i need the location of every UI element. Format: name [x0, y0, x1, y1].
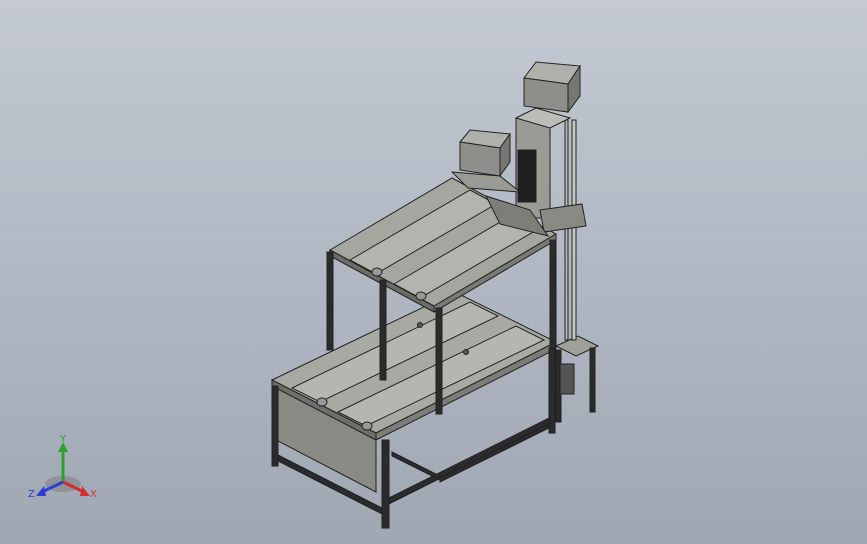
model-canvas[interactable]: Y X Z [0, 0, 867, 544]
lower-rail-front [388, 417, 550, 505]
upper-leg-mid [435, 307, 443, 415]
upper-leg-right [549, 239, 557, 349]
z-axis-label: Z [28, 489, 35, 500]
lower-hole-2 [463, 349, 469, 355]
upper-leg-left [326, 251, 334, 351]
upper-leg-front [379, 279, 387, 381]
leg-front-mid [381, 439, 390, 529]
lower-roller-end-2 [361, 421, 373, 431]
motor-lower [459, 129, 511, 178]
leg-front-left [271, 385, 279, 467]
side-stand-motor [559, 363, 575, 395]
guide-rod-2 [564, 119, 569, 341]
lower-table[interactable] [270, 291, 558, 529]
lower-rail-back [439, 423, 550, 483]
x-axis-head [80, 486, 90, 496]
upper-roller-end-2 [415, 291, 427, 301]
lower-hole-1 [417, 322, 423, 328]
x-axis-label: X [90, 489, 97, 500]
z-axis-head [36, 486, 46, 496]
lower-roller-end-1 [316, 397, 328, 407]
cad-viewport[interactable]: Y X Z [0, 0, 867, 544]
axis-triad[interactable]: Y X Z [28, 434, 97, 500]
side-stand-leg-2 [589, 347, 596, 413]
upper-roller-end-1 [371, 267, 383, 277]
motor-upper [523, 61, 581, 114]
leg-front-right [548, 347, 556, 434]
guide-rod-1 [571, 119, 577, 341]
lower-rail-inner [391, 451, 441, 481]
lift-column-slot [517, 149, 537, 203]
y-axis-label: Y [59, 434, 67, 445]
